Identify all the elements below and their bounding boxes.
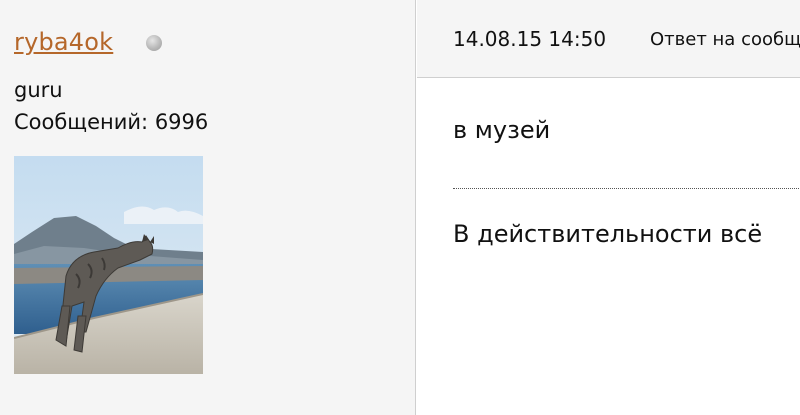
cat-avatar-image <box>14 156 203 374</box>
author-username-link[interactable]: ryba4ok <box>14 28 113 56</box>
reply-to-message-link[interactable]: Ответ на сообщение <box>650 29 800 50</box>
author-post-count: Сообщений: 6996 <box>14 110 208 134</box>
post-body: в музей В действительности всё <box>417 78 800 415</box>
post-date: 14.08.15 14:50 <box>453 27 607 51</box>
quote-separator <box>453 188 800 189</box>
author-rank: guru <box>14 78 63 102</box>
post-text: В действительности всё <box>453 220 763 248</box>
post-header: 14.08.15 14:50 Ответ на сообщение <box>417 0 800 78</box>
quoted-text: в музей <box>453 116 551 144</box>
post-count-value: 6996 <box>154 110 209 134</box>
avatar <box>14 156 203 374</box>
offline-status-icon <box>146 35 162 51</box>
author-sidebar: ryba4ok guru Сообщений: 6996 <box>0 0 416 415</box>
post-count-label: Сообщений: <box>14 110 149 134</box>
